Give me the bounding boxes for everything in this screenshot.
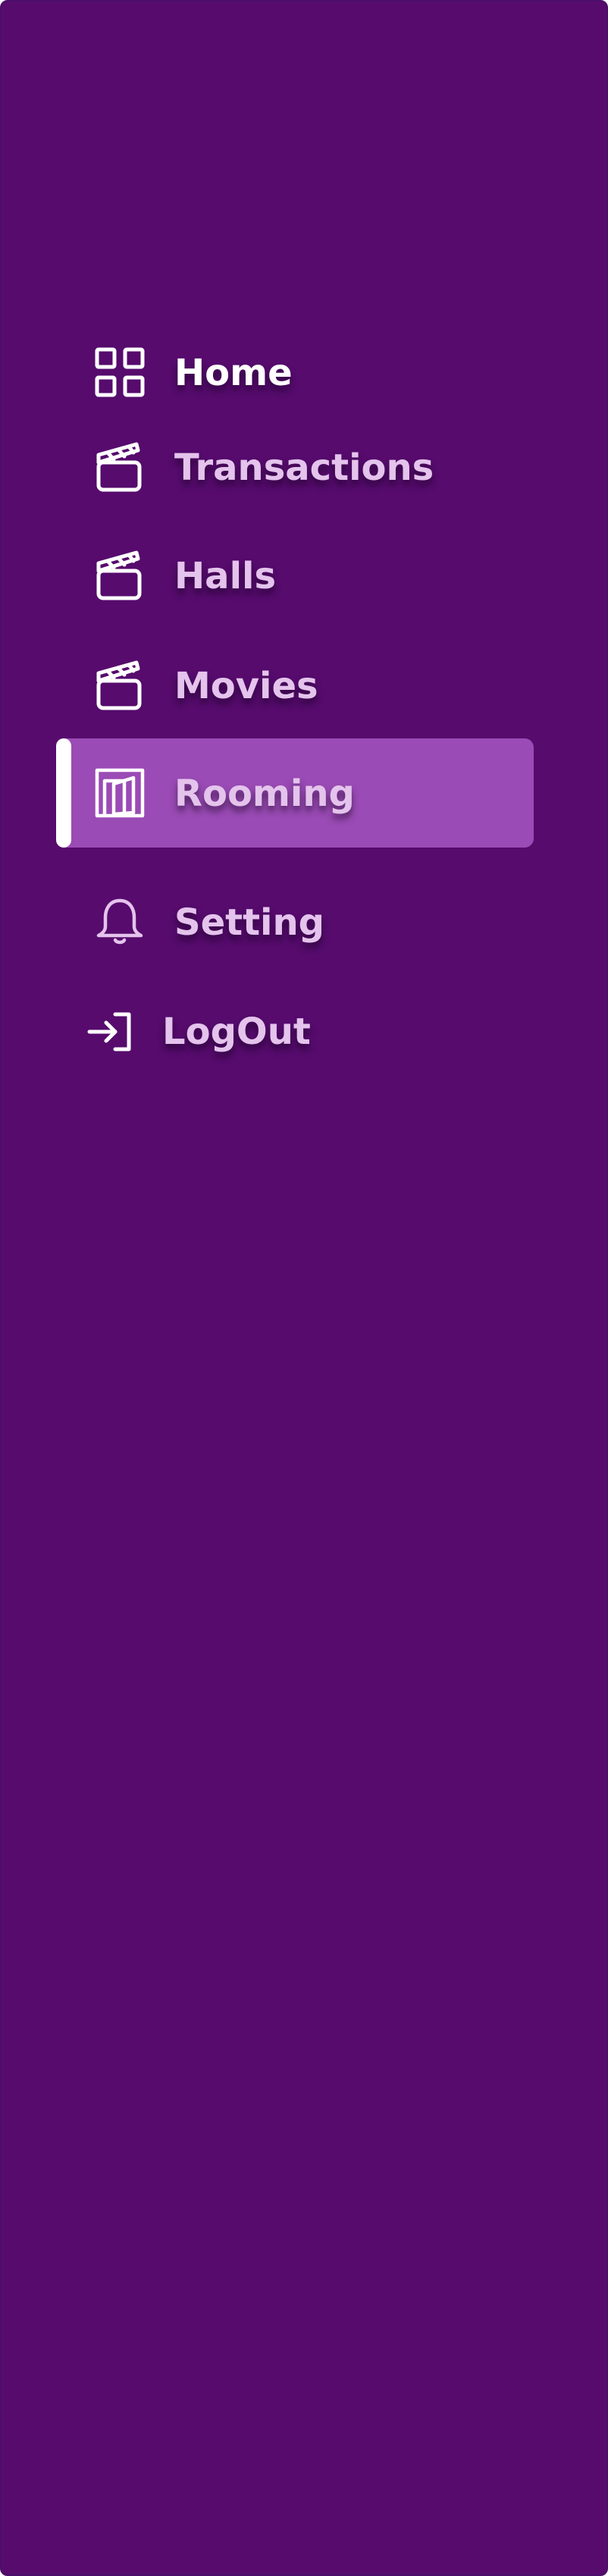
clapperboard-icon <box>94 441 146 493</box>
sidebar-item-movies[interactable]: Movies <box>2 644 608 728</box>
sidebar-item-logout[interactable]: LogOut <box>2 990 608 1073</box>
login-arrow-icon <box>85 1007 136 1058</box>
sidebar-item-label: Halls <box>174 555 277 597</box>
sidebar-item-setting[interactable]: Setting <box>2 881 608 964</box>
sidebar-item-label: Transactions <box>174 447 434 489</box>
sidebar-item-transactions[interactable]: Transactions <box>2 426 608 509</box>
sidebar-item-home[interactable]: Home <box>2 331 608 415</box>
bell-icon <box>94 896 146 948</box>
door-open-icon <box>94 767 146 819</box>
sidebar-item-halls[interactable]: Halls <box>2 534 608 618</box>
sidebar-item-label: Home <box>174 352 293 394</box>
grid-icon <box>94 346 146 398</box>
sidebar-item-label: Setting <box>174 901 324 944</box>
sidebar-item-label: Rooming <box>174 772 355 815</box>
sidebar: Home Transactions Halls Movies Rooming S… <box>0 0 608 2576</box>
sidebar-item-rooming[interactable]: Rooming <box>2 752 608 835</box>
clapperboard-icon <box>94 550 146 601</box>
sidebar-item-label: Movies <box>174 665 318 707</box>
sidebar-item-label: LogOut <box>162 1011 311 1053</box>
clapperboard-icon <box>94 660 146 711</box>
